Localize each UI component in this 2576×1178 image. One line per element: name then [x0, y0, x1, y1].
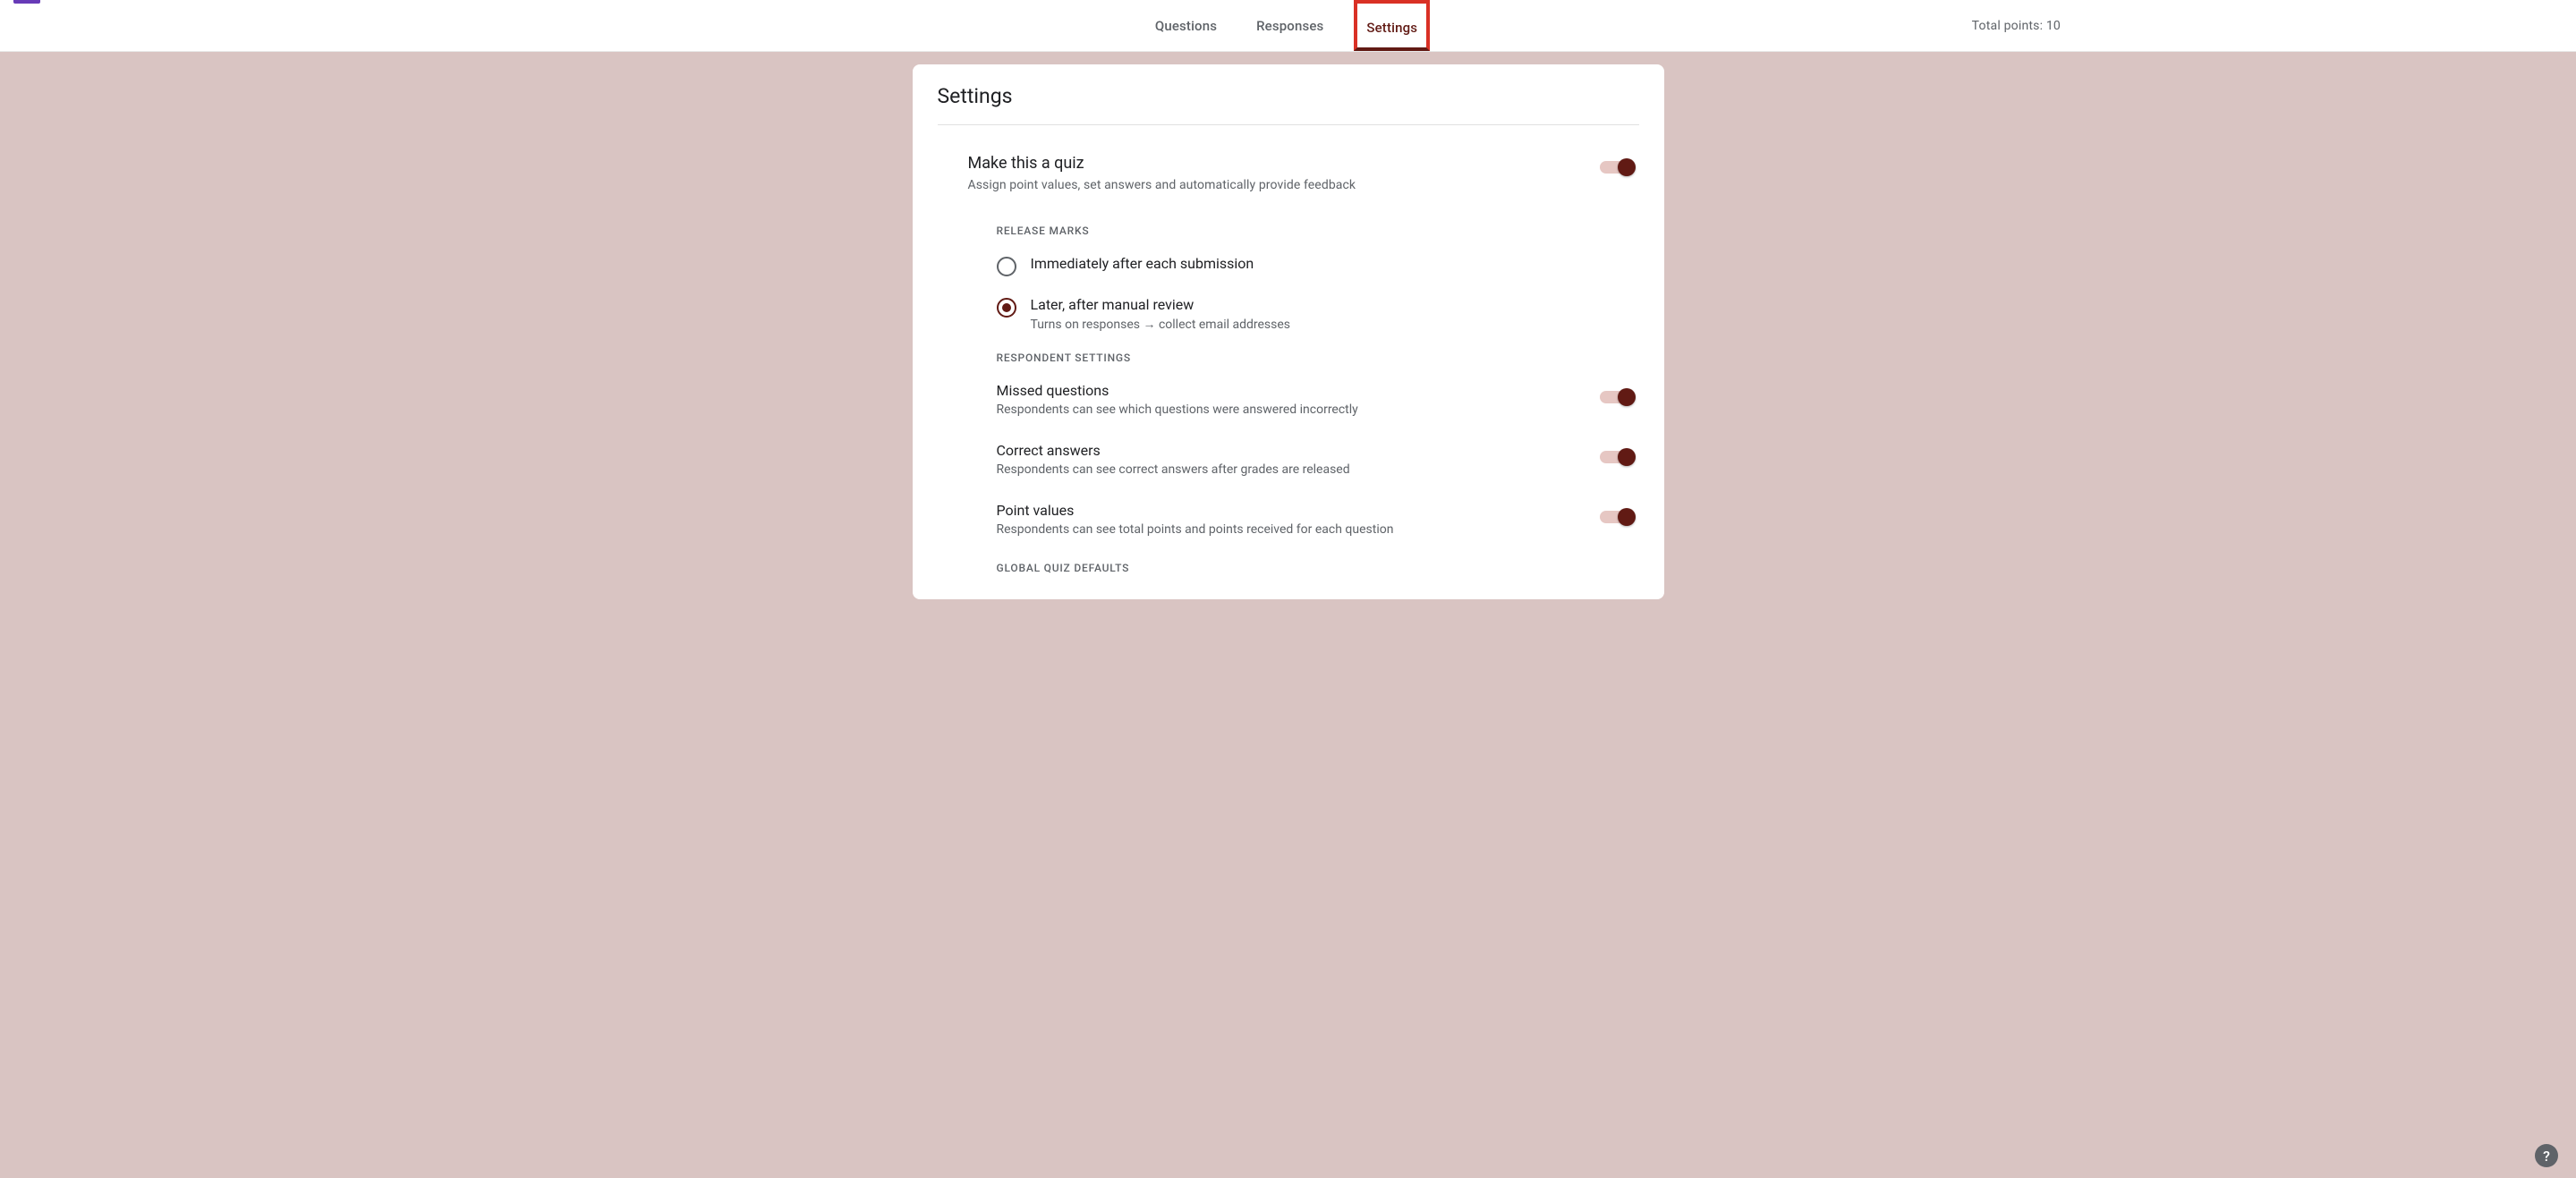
- point-values-title: Point values: [997, 502, 1394, 519]
- point-values-desc: Respondents can see total points and poi…: [997, 522, 1394, 537]
- make-quiz-row: Make this a quiz Assign point values, se…: [968, 152, 1634, 192]
- tab-settings[interactable]: Settings: [1354, 0, 1430, 51]
- missed-questions-toggle[interactable]: [1600, 391, 1634, 403]
- tab-questions[interactable]: Questions: [1146, 0, 1226, 51]
- correct-answers-toggle[interactable]: [1600, 451, 1634, 463]
- radio-checked-icon: [997, 298, 1016, 318]
- toggle-knob-icon: [1618, 448, 1636, 466]
- tab-settings-label: Settings: [1366, 20, 1417, 36]
- missed-questions-title: Missed questions: [997, 382, 1358, 399]
- correct-answers-row: Correct answers Respondents can see corr…: [997, 442, 1634, 477]
- make-quiz-desc: Assign point values, set answers and aut…: [968, 178, 1582, 192]
- respondent-settings-heading: RESPONDENT SETTINGS: [997, 352, 1634, 364]
- radio-later-sub: Turns on responses → collect email addre…: [1031, 317, 1291, 332]
- card-title: Settings: [938, 84, 1639, 125]
- total-points-label: Total points: 10: [1972, 19, 2061, 33]
- header: Questions Responses Settings Total point…: [0, 0, 2576, 52]
- toggle-knob-icon: [1618, 508, 1636, 526]
- help-button[interactable]: ?: [2535, 1144, 2558, 1167]
- correct-answers-desc: Respondents can see correct answers afte…: [997, 462, 1350, 477]
- settings-card: Settings Make this a quiz Assign point v…: [913, 64, 1664, 599]
- point-values-row: Point values Respondents can see total p…: [997, 502, 1634, 537]
- quiz-section: Make this a quiz Assign point values, se…: [938, 125, 1639, 574]
- radio-inner-dot: [1002, 303, 1011, 312]
- toggle-knob-icon: [1618, 158, 1636, 176]
- global-quiz-defaults-heading: GLOBAL QUIZ DEFAULTS: [997, 562, 1634, 574]
- missed-questions-row: Missed questions Respondents can see whi…: [997, 382, 1634, 417]
- missed-questions-desc: Respondents can see which questions were…: [997, 403, 1358, 417]
- radio-later-label: Later, after manual review: [1031, 296, 1291, 313]
- toggle-knob-icon: [1618, 388, 1636, 406]
- release-marks-heading: RELEASE MARKS: [997, 225, 1634, 237]
- content-viewport: Settings Make this a quiz Assign point v…: [587, 52, 1990, 1178]
- make-quiz-title: Make this a quiz: [968, 152, 1582, 174]
- point-values-toggle[interactable]: [1600, 511, 1634, 523]
- radio-immediately[interactable]: Immediately after each submission: [997, 255, 1634, 276]
- tabs: Questions Responses Settings: [1146, 0, 1430, 51]
- help-icon: ?: [2543, 1148, 2550, 1165]
- radio-later[interactable]: Later, after manual review Turns on resp…: [997, 296, 1634, 332]
- radio-unchecked-icon: [997, 257, 1016, 276]
- correct-answers-title: Correct answers: [997, 442, 1350, 459]
- release-marks-radio-group: Immediately after each submission Later,…: [997, 255, 1634, 332]
- forms-logo: [13, 0, 40, 4]
- tab-responses[interactable]: Responses: [1247, 0, 1332, 51]
- radio-immediately-label: Immediately after each submission: [1031, 255, 1254, 272]
- make-quiz-toggle[interactable]: [1600, 161, 1634, 174]
